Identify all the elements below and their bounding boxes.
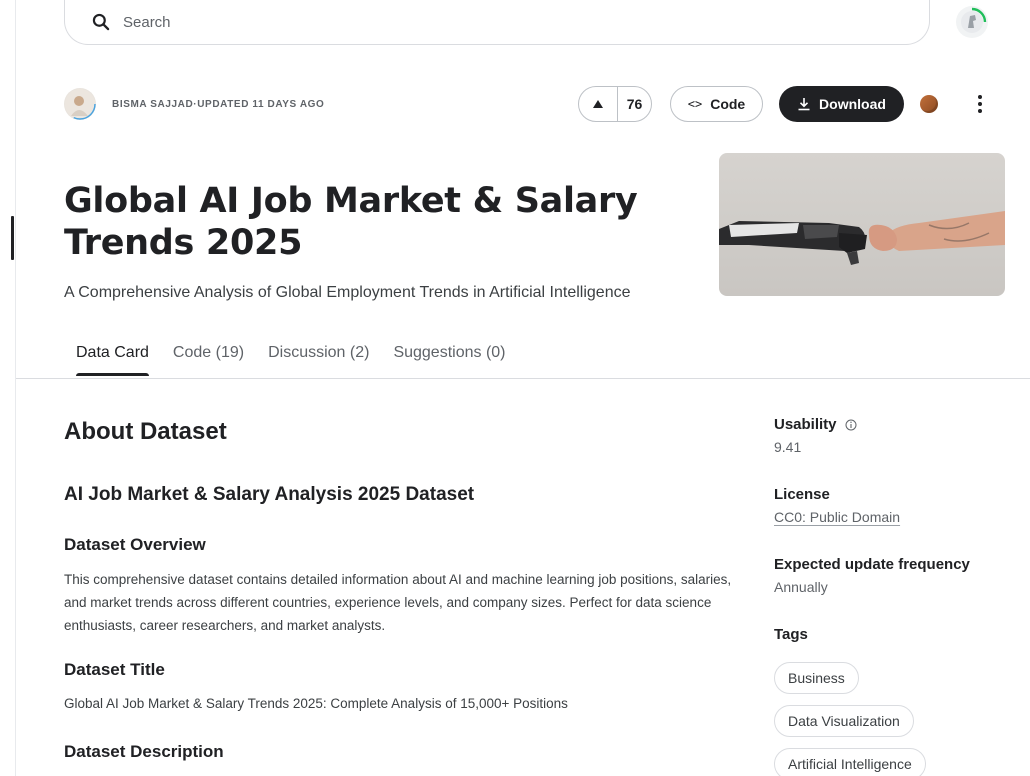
license-label: License: [774, 486, 830, 503]
tab-discussion[interactable]: Discussion (2): [256, 340, 381, 376]
tag-chip[interactable]: Data Visualization: [774, 705, 914, 737]
tab-suggestions[interactable]: Suggestions (0): [381, 340, 517, 376]
upvote-control: 76: [578, 86, 652, 122]
search-icon: [92, 13, 110, 31]
code-button-label: Code: [710, 96, 746, 112]
tab-code[interactable]: Code (19): [161, 340, 256, 376]
more-options-icon[interactable]: [970, 92, 990, 116]
license-section: License CC0: Public Domain: [774, 486, 900, 527]
tab-data-card[interactable]: Data Card: [64, 340, 161, 376]
tag-chip[interactable]: Business: [774, 662, 859, 694]
author-row: BISMA SAJJAD · UPDATED 11 DAYS AGO: [64, 88, 324, 120]
license-link[interactable]: CC0: Public Domain: [774, 509, 900, 525]
tag-chip[interactable]: Artificial Intelligence: [774, 748, 926, 776]
code-button[interactable]: <> Code: [670, 86, 763, 122]
usability-value: 9.41: [774, 439, 802, 455]
download-icon: [798, 98, 810, 111]
vote-count: 76: [626, 96, 643, 112]
medal-icon[interactable]: [920, 95, 938, 113]
dataset-tabs: Data Card Code (19) Discussion (2) Sugge…: [64, 340, 518, 376]
dataset-name-heading: AI Job Market & Salary Analysis 2025 Dat…: [64, 484, 475, 505]
user-avatar[interactable]: [956, 6, 988, 38]
updated-timestamp: UPDATED 11 DAYS AGO: [197, 98, 325, 110]
author-name[interactable]: BISMA SAJJAD: [112, 99, 193, 110]
usability-label: Usability: [774, 416, 837, 433]
download-button[interactable]: Download: [779, 86, 904, 122]
search-input[interactable]: [121, 12, 425, 32]
overview-heading: Dataset Overview: [64, 535, 206, 554]
author-avatar-icon: [64, 88, 96, 120]
tags-section: Tags: [774, 626, 808, 643]
fist-bump-image: [719, 211, 1005, 265]
dataset-subtitle: A Comprehensive Analysis of Global Emplo…: [64, 284, 631, 301]
dataset-cover-image: [719, 153, 1005, 296]
search-bar[interactable]: [64, 0, 930, 45]
usability-section: Usability 9.41: [774, 416, 857, 455]
dataset-title-heading: Dataset Title: [64, 660, 165, 679]
dataset-page: BISMA SAJJAD · UPDATED 11 DAYS AGO 76 <>…: [0, 0, 1030, 776]
left-nav-active-indicator: [11, 216, 14, 260]
dataset-title-text: Global AI Job Market & Salary Trends 202…: [64, 696, 568, 711]
frequency-value: Annually: [774, 579, 828, 595]
dataset-description-heading: Dataset Description: [64, 742, 224, 761]
info-icon[interactable]: [845, 419, 857, 431]
left-nav-divider: [15, 0, 16, 776]
tags-label: Tags: [774, 626, 808, 643]
user-avatar-icon: [961, 7, 987, 33]
dataset-title: Global AI Job Market & Salary Trends 202…: [64, 181, 638, 263]
author-avatar[interactable]: [64, 88, 96, 120]
download-button-label: Download: [819, 96, 886, 112]
frequency-label: Expected update frequency: [774, 556, 970, 573]
triangle-up-icon: [593, 100, 603, 108]
code-icon: <>: [687, 97, 703, 111]
overview-text: This comprehensive dataset contains deta…: [64, 572, 732, 633]
frequency-section: Expected update frequency Annually: [774, 556, 970, 595]
tabs-divider: [16, 378, 1030, 379]
about-dataset-heading: About Dataset: [64, 418, 227, 445]
upvote-button[interactable]: [579, 87, 618, 121]
